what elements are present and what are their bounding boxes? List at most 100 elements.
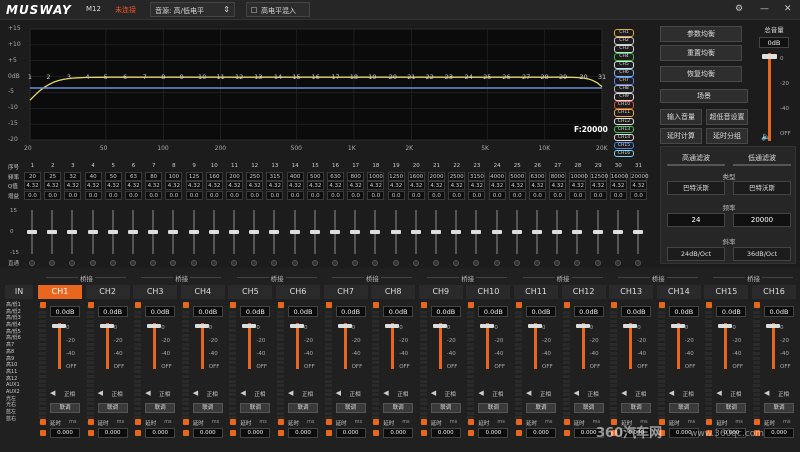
band-bypass-toggle[interactable] (231, 260, 237, 266)
phase-label[interactable]: 正相 (207, 390, 218, 398)
phase-label[interactable]: 正相 (64, 390, 75, 398)
phase-label[interactable]: 正相 (492, 390, 503, 398)
delay-value[interactable]: 0.000 (383, 428, 414, 438)
band-fader-knob[interactable] (491, 230, 502, 234)
band-gain-cell[interactable]: 0.0 (226, 190, 243, 200)
band-q-cell[interactable]: 4.32 (286, 181, 304, 190)
band-gain-cell[interactable]: 0.0 (64, 190, 82, 200)
link-button[interactable]: 联调 (621, 403, 652, 413)
band-marker[interactable]: 26 (502, 73, 510, 81)
channel-tab[interactable]: CH10 (466, 285, 511, 299)
band-gain-cell[interactable]: 0.0 (44, 190, 62, 200)
reset-eq-button[interactable]: 重置均衡 (660, 45, 742, 61)
band-bypass-toggle[interactable] (473, 260, 480, 266)
channel-level-value[interactable]: 0.0dB (668, 306, 699, 317)
input-source-item[interactable]: 高/低1 (5, 302, 35, 309)
delay-value[interactable]: 0.000 (50, 428, 80, 438)
delay-value[interactable]: 0.000 (764, 428, 794, 438)
delay-group-button[interactable]: 延时分组 (706, 128, 748, 144)
channel-enable-checkbox[interactable] (611, 302, 618, 308)
speaker-icon[interactable]: ◀ (98, 389, 103, 397)
input-source-item[interactable]: 光右 (5, 402, 35, 409)
band-q-cell[interactable]: 4.32 (24, 181, 41, 190)
delay-value[interactable]: 0.000 (430, 428, 461, 438)
band-q-cell[interactable]: 4.32 (609, 181, 627, 190)
channel-enable-checkbox[interactable] (468, 302, 475, 308)
band-bypass-toggle[interactable] (109, 260, 116, 266)
phase-label[interactable]: 正相 (683, 390, 694, 398)
band-marker[interactable]: 19 (368, 73, 376, 81)
band-marker[interactable]: 16 (312, 73, 320, 81)
link-button[interactable]: 联调 (526, 403, 556, 413)
source-select[interactable]: 音源: 高/低电平 ⇕ (150, 2, 235, 17)
band-marker[interactable]: 8 (161, 73, 165, 81)
channel-tab[interactable]: CH1 (38, 285, 82, 299)
band-marker[interactable]: 1 (28, 73, 32, 81)
bridge-label[interactable]: 桥接 (745, 273, 763, 283)
input-source-item[interactable]: 蓝右 (5, 416, 35, 423)
band-freq-cell[interactable]: 8000 (549, 171, 567, 181)
channel-fader-track[interactable] (581, 323, 585, 369)
delay-value[interactable]: 0.000 (526, 428, 556, 438)
band-marker[interactable]: 3 (67, 73, 71, 81)
channel-level-value[interactable]: 0.0dB (145, 306, 176, 317)
band-q-cell[interactable]: 4.32 (165, 181, 183, 190)
channel-tab[interactable]: CH7 (323, 285, 368, 299)
phase-label[interactable]: 正相 (112, 390, 123, 398)
delay-apply-checkbox[interactable] (278, 430, 284, 436)
band-marker[interactable]: 31 (598, 73, 606, 81)
band-freq-cell[interactable]: 16000 (609, 171, 628, 181)
band-fader-knob[interactable] (249, 230, 260, 234)
input-source-item[interactable]: AUX2 (5, 389, 35, 396)
ultra-bass-button[interactable]: 超低音设置 (706, 109, 748, 125)
channel-fader-track[interactable] (248, 323, 252, 369)
bridge-label[interactable]: 桥接 (649, 273, 667, 283)
channel-enable-checkbox[interactable] (40, 302, 46, 308)
band-gain-cell[interactable]: 0.0 (468, 190, 486, 200)
delay-apply-checkbox[interactable] (135, 430, 142, 436)
delay-value[interactable]: 0.000 (240, 428, 271, 438)
band-q-cell[interactable]: 4.32 (448, 181, 466, 190)
phase-label[interactable]: 正相 (730, 390, 741, 398)
link-button[interactable]: 联调 (288, 403, 318, 413)
band-freq-cell[interactable]: 12500 (589, 171, 608, 181)
highpass-tab[interactable]: 高通滤波 (667, 152, 725, 166)
band-gain-cell[interactable]: 0.0 (347, 190, 365, 200)
band-q-cell[interactable]: 4.32 (266, 181, 284, 190)
band-q-cell[interactable]: 4.32 (549, 181, 567, 190)
channel-fader-knob[interactable] (432, 324, 447, 328)
band-fader-knob[interactable] (471, 230, 482, 234)
bridge-label[interactable]: 桥接 (459, 273, 477, 283)
band-gain-cell[interactable]: 0.0 (185, 190, 203, 200)
band-fader-knob[interactable] (168, 230, 179, 234)
band-gain-cell[interactable]: 0.0 (125, 190, 142, 200)
band-fader-knob[interactable] (350, 230, 361, 234)
band-bypass-toggle[interactable] (493, 260, 500, 266)
delay-apply-checkbox[interactable] (230, 430, 237, 436)
delay-apply-checkbox[interactable] (468, 430, 475, 436)
band-marker[interactable]: 6 (123, 73, 127, 81)
speaker-icon[interactable]: ◀ (383, 389, 388, 397)
band-marker[interactable]: 18 (350, 73, 358, 81)
band-freq-cell[interactable]: 20 (24, 171, 41, 181)
delay-value[interactable]: 0.000 (97, 428, 128, 438)
lowpass-type-select[interactable]: 巴特沃斯 (733, 181, 791, 195)
channel-fader-knob[interactable] (575, 324, 590, 328)
band-gain-cell[interactable]: 0.0 (387, 190, 405, 200)
band-q-cell[interactable]: 4.32 (226, 181, 243, 190)
channel-tab[interactable]: CH15 (704, 285, 749, 299)
band-q-cell[interactable]: 4.32 (64, 181, 82, 190)
band-freq-cell[interactable]: 1250 (387, 171, 405, 181)
band-gain-cell[interactable]: 0.0 (407, 190, 425, 200)
channel-fader-knob[interactable] (766, 324, 780, 328)
band-q-cell[interactable]: 4.32 (569, 181, 587, 190)
phase-label[interactable]: 正相 (588, 390, 599, 398)
band-freq-cell[interactable]: 50 (104, 171, 122, 181)
bridge-label[interactable]: 桥接 (173, 273, 191, 283)
band-freq-cell[interactable]: 1600 (407, 171, 425, 181)
channel-enable-checkbox[interactable] (278, 302, 284, 308)
channel-fader-knob[interactable] (242, 324, 257, 328)
band-marker[interactable]: 11 (217, 73, 225, 81)
channel-enable-checkbox[interactable] (563, 302, 570, 308)
band-q-cell[interactable]: 4.32 (104, 181, 122, 190)
